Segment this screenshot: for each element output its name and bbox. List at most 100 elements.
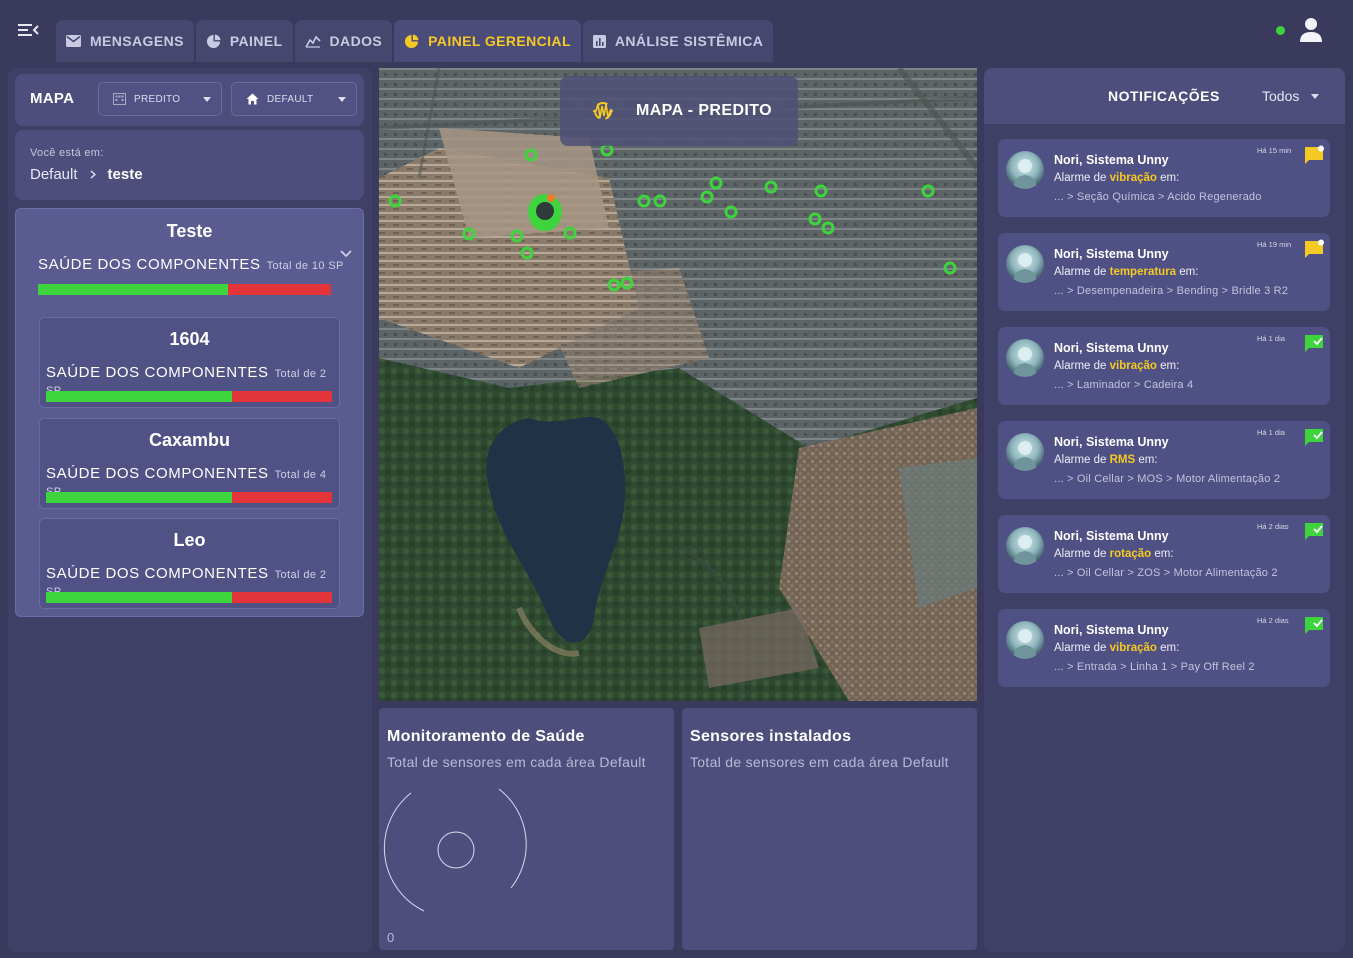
health-label: SAÚDE DOS COMPONENTES Total de 10 SP bbox=[38, 256, 344, 273]
user-account-icon[interactable] bbox=[1299, 17, 1323, 43]
alarm-type: vibração bbox=[1109, 172, 1157, 184]
health-gauge-chart bbox=[383, 788, 527, 912]
health-bar bbox=[46, 492, 332, 503]
tab-label: DADOS bbox=[329, 33, 383, 49]
tab-label: ANÁLISE SISTÊMICA bbox=[614, 33, 764, 49]
pie-icon bbox=[206, 33, 221, 48]
bar-chart-icon bbox=[592, 34, 606, 48]
message-prefix: Alarme de bbox=[1054, 548, 1110, 560]
health-bar bbox=[38, 284, 331, 295]
health-total: Total de 10 SP bbox=[266, 260, 344, 272]
read-message-icon[interactable] bbox=[1304, 615, 1324, 635]
tab-label: PAINEL bbox=[229, 33, 283, 49]
location-pin-icon[interactable] bbox=[528, 194, 562, 231]
tab-mensagens[interactable]: MENSAGENS bbox=[56, 20, 194, 62]
mode-dropdown-value: PREDITO bbox=[134, 93, 181, 105]
unread-message-icon[interactable] bbox=[1304, 145, 1324, 165]
breadcrumb-item-current: teste bbox=[107, 166, 143, 183]
notification-sender: Nori, Sistema Unny bbox=[1054, 153, 1169, 167]
area-card-1604[interactable]: 1604 SAÚDE DOS COMPONENTESTotal de 2 SP bbox=[39, 317, 340, 408]
message-suffix: em: bbox=[1156, 642, 1180, 654]
notification-sender: Nori, Sistema Unny bbox=[1054, 529, 1169, 543]
area-group-teste[interactable]: Teste SAÚDE DOS COMPONENTES Total de 10 S… bbox=[15, 208, 364, 617]
health-bar-ok bbox=[46, 492, 232, 503]
notification-item[interactable]: Nori, Sistema Unny Alarme de RMS em: ... >… bbox=[998, 421, 1330, 499]
notification-sender: Nori, Sistema Unny bbox=[1054, 623, 1169, 637]
mail-icon bbox=[66, 35, 81, 47]
message-suffix: em: bbox=[1156, 172, 1180, 184]
notification-item[interactable]: Nori, Sistema Unny Alarme de vibração em:… bbox=[998, 609, 1330, 687]
health-monitoring-panel: Monitoramento de Saúde Total de sensores… bbox=[379, 708, 674, 950]
message-prefix: Alarme de bbox=[1054, 360, 1110, 372]
filter-value: Todos bbox=[1262, 88, 1300, 104]
chevron-down-icon[interactable] bbox=[339, 249, 353, 259]
chevron-right-icon bbox=[90, 170, 96, 179]
health-bar-bad bbox=[231, 391, 332, 402]
panel-subtitle: Total de sensores em cada área Default bbox=[690, 754, 949, 770]
pie-icon bbox=[405, 33, 419, 48]
notification-message: Alarme de RMS em: bbox=[1054, 454, 1158, 466]
alarm-type: vibração bbox=[1109, 360, 1157, 372]
mode-dropdown[interactable]: PREDITO bbox=[98, 82, 222, 116]
message-prefix: Alarme de bbox=[1054, 266, 1110, 278]
panel-title: Monitoramento de Saúde bbox=[387, 728, 585, 745]
satellite-map[interactable] bbox=[379, 68, 977, 701]
message-prefix: Alarme de bbox=[1054, 172, 1110, 184]
notifications-filter-dropdown[interactable]: Todos bbox=[1262, 88, 1320, 104]
notification-item[interactable]: Nori, Sistema Unny Alarme de vibração em:… bbox=[998, 327, 1330, 405]
notification-time: Há 15 min bbox=[1257, 146, 1292, 155]
tab-painel[interactable]: PAINEL bbox=[195, 20, 293, 62]
health-bar-bad bbox=[228, 284, 331, 295]
message-suffix: em: bbox=[1156, 360, 1180, 372]
notification-item[interactable]: Nori, Sistema Unny Alarme de temperatura … bbox=[998, 233, 1330, 311]
top-bar: MENSAGENS PAINEL DADOS PAINEL GERENCIAL … bbox=[0, 0, 1353, 62]
installed-sensors-panel: Sensores instalados Total de sensores em… bbox=[682, 708, 977, 950]
map-title-overlay: MAPA - PREDITO bbox=[560, 76, 798, 146]
notification-time: Há 2 dias bbox=[1257, 522, 1289, 531]
caret-down-icon bbox=[203, 96, 211, 102]
read-message-icon[interactable] bbox=[1304, 521, 1324, 541]
read-message-icon[interactable] bbox=[1304, 427, 1324, 447]
health-bar-ok bbox=[38, 284, 229, 295]
notification-message: Alarme de rotação em: bbox=[1054, 548, 1174, 560]
notification-path: ... > Oil Cellar > ZOS > Motor Alimentaç… bbox=[1054, 567, 1278, 579]
alarm-type: temperatura bbox=[1109, 266, 1177, 278]
area-card-leo[interactable]: Leo SAÚDE DOS COMPONENTESTotal de 2 SP bbox=[39, 518, 340, 609]
home-icon bbox=[246, 93, 259, 105]
alarm-type: rotação bbox=[1109, 548, 1152, 560]
breadcrumb: Você está em: Default teste bbox=[15, 130, 364, 200]
caret-down-icon bbox=[338, 96, 346, 102]
area-group-title: Teste bbox=[166, 221, 213, 241]
health-bar bbox=[46, 391, 332, 402]
map-title: MAPA - PREDITO bbox=[636, 102, 772, 119]
notification-item[interactable]: Nori, Sistema Unny Alarme de rotação em:.… bbox=[998, 515, 1330, 593]
message-suffix: em: bbox=[1151, 548, 1174, 560]
notification-item[interactable]: Nori, Sistema Unny Alarme de vibração em:… bbox=[998, 139, 1330, 217]
sender-avatar bbox=[1006, 339, 1044, 377]
tab-analise-sistemica[interactable]: ANÁLISE SISTÊMICA bbox=[582, 20, 774, 62]
panel-subtitle: Total de sensores em cada área Default bbox=[387, 754, 646, 770]
online-status-indicator bbox=[1276, 26, 1285, 35]
notification-path: ... > Seção Química > Acido Regenerado bbox=[1054, 191, 1262, 203]
main-tabs: MENSAGENS PAINEL DADOS PAINEL GERENCIAL … bbox=[56, 20, 774, 62]
notification-sender: Nori, Sistema Unny bbox=[1054, 435, 1169, 449]
area-card-title: Leo bbox=[173, 530, 206, 550]
notification-sender: Nori, Sistema Unny bbox=[1054, 341, 1169, 355]
area-card-caxambu[interactable]: Caxambu SAÚDE DOS COMPONENTES Total de 4 … bbox=[39, 418, 340, 509]
tab-dados[interactable]: DADOS bbox=[294, 20, 393, 62]
notification-message: Alarme de vibração em: bbox=[1054, 172, 1179, 184]
area-dropdown[interactable]: DEFAULT bbox=[231, 82, 357, 116]
read-message-icon[interactable] bbox=[1304, 333, 1324, 353]
notification-message: Alarme de vibração em: bbox=[1054, 360, 1179, 372]
health-label-text: SAÚDE DOS COMPONENTES bbox=[46, 465, 269, 482]
menu-toggle-icon[interactable] bbox=[16, 20, 40, 40]
breadcrumb-item-default[interactable]: Default bbox=[30, 166, 78, 183]
unread-message-icon[interactable] bbox=[1304, 239, 1324, 259]
health-bar-bad bbox=[231, 592, 332, 603]
message-prefix: Alarme de bbox=[1054, 454, 1110, 466]
panel-title: Sensores instalados bbox=[690, 728, 852, 745]
tab-painel-gerencial[interactable]: PAINEL GERENCIAL bbox=[394, 20, 581, 62]
caret-down-icon bbox=[1311, 93, 1320, 99]
notifications-panel: NOTIFICAÇÕES Todos Nori, Sistema Unny Ala… bbox=[984, 68, 1345, 952]
area-card-title: 1604 bbox=[169, 329, 210, 349]
